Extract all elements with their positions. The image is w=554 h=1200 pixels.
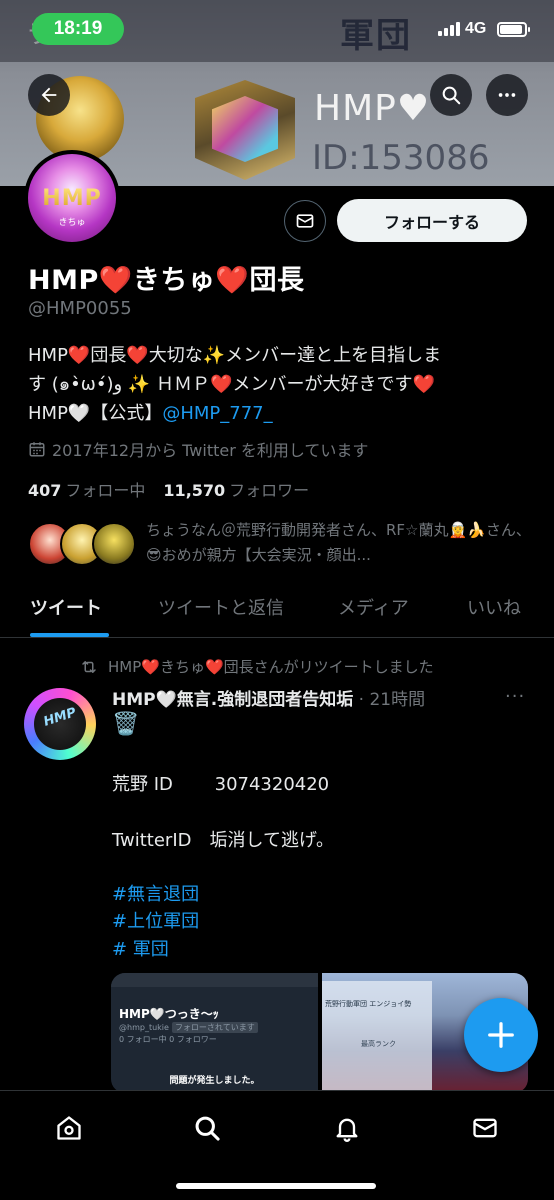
trash-emoji: 🗑️ <box>112 712 140 737</box>
back-button[interactable] <box>28 74 70 116</box>
status-time: 18:19 <box>32 13 124 45</box>
search-icon <box>195 1116 220 1141</box>
following-link[interactable]: 407 フォロー中 <box>28 477 145 501</box>
nav-notifications[interactable] <box>324 1105 370 1151</box>
network-type: 4G <box>465 20 487 37</box>
followed-by-section[interactable]: ちょうなん＠荒野行動開発者さん、RF☆蘭丸🧝🍌さん、😎おめが親方【大会実況・顔出… <box>28 518 531 572</box>
media-error-text: 問題が発生しました。 <box>169 1076 260 1086</box>
nav-home[interactable] <box>46 1105 92 1151</box>
signal-icon <box>438 22 460 36</box>
team-emblem-inner <box>212 96 278 162</box>
plus-icon <box>488 1022 514 1048</box>
profile-bio: HMP❤️団長❤️大切な✨メンバー達と上を目指しま す (๑•̀ω•́)و ✨ … <box>28 341 528 428</box>
banner-team-name: HMP♥ <box>314 88 431 129</box>
media-profile-handle: @hmp_tukie フォローされています <box>119 1022 258 1033</box>
follow-stats: 407 フォロー中 11,570 フォロワー <box>28 477 309 501</box>
user-handle: @HMP0055 <box>28 298 132 319</box>
media-game-text: 荒野行動軍団 エンジョイ勢 <box>325 1000 412 1008</box>
retweet-context[interactable]: HMP❤️きちゅ❤️団長さんがリツイートしました <box>80 656 434 677</box>
tab-tweets-and-replies[interactable]: ツイートと返信 <box>158 594 284 620</box>
hashtag-link[interactable]: #無言退団 <box>112 880 199 906</box>
avatar-image: HMP きちゅ <box>28 154 116 242</box>
active-tab-indicator <box>30 633 109 637</box>
media-game-rank: 最高ランク <box>361 1040 396 1048</box>
tweet-text-line: 荒野 ID 3074320420 <box>112 774 330 795</box>
follow-button[interactable]: フォローする <box>337 199 527 242</box>
status-bar: 18:19 4G <box>0 0 554 56</box>
profile-avatar[interactable]: HMP きちゅ <box>24 150 120 246</box>
search-icon <box>442 86 461 105</box>
tab-tweets[interactable]: ツイート <box>30 594 102 620</box>
tab-likes[interactable]: いいね <box>467 594 521 620</box>
followed-by-text: ちょうなん＠荒野行動開発者さん、RF☆蘭丸🧝🍌さん、😎おめが親方【大会実況・顔出… <box>146 521 531 564</box>
home-indicator[interactable] <box>176 1183 376 1189</box>
tweet-author-name[interactable]: HMP🤍無言.強制退団者告知垢 <box>112 690 353 710</box>
following-count: 407 <box>28 481 62 500</box>
home-icon <box>57 1116 81 1140</box>
messages-mail-icon <box>473 1118 497 1138</box>
search-button[interactable] <box>430 74 472 116</box>
avatar-logo-text: HMP <box>42 185 102 211</box>
media-profile-stats: 0 フォロー中 0 フォロワー <box>119 1035 217 1044</box>
hashtag-link[interactable]: # 軍団 <box>112 935 169 961</box>
tweet-timestamp[interactable]: · 21時間 <box>359 690 425 710</box>
tab-media[interactable]: メディア <box>338 594 409 620</box>
following-label: フォロー中 <box>65 481 146 500</box>
tweet-text-line: TwitterID 垢消して逃げ。 <box>112 830 335 851</box>
media-handle-text: @hmp_tukie <box>119 1023 169 1032</box>
message-button[interactable] <box>284 200 326 242</box>
compose-tweet-button[interactable] <box>464 998 538 1072</box>
retweet-text: HMP❤️きちゅ❤️団長さんがリツイートしました <box>108 658 434 676</box>
bio-line: す (๑•̀ω•́)و ✨ ＨＭＰ❤️メンバーが大好きです❤️ <box>28 374 435 395</box>
more-options-button[interactable] <box>486 74 528 116</box>
back-arrow-icon <box>41 87 57 103</box>
bio-line: HMP❤️団長❤️大切な✨メンバー達と上を目指しま <box>28 345 442 366</box>
followers-count: 11,570 <box>163 481 226 500</box>
media-game-panel <box>322 981 432 1091</box>
notifications-bell-icon <box>336 1118 358 1142</box>
joined-text: 2017年12月から Twitter を利用しています <box>52 441 369 460</box>
tweet-more-icon[interactable]: ··· <box>505 686 525 707</box>
tweet-header: HMP🤍無言.強制退団者告知垢 · 21時間 <box>112 685 425 710</box>
hashtag-link[interactable]: #上位軍団 <box>112 907 199 933</box>
bio-mention-link[interactable]: @HMP_777_ <box>162 403 272 424</box>
avatar-sub-text: きちゅ <box>58 218 86 228</box>
nav-messages[interactable] <box>462 1105 508 1151</box>
bio-line: HMP🤍【公式】@HMP_777_ <box>28 399 528 428</box>
media-image-header <box>111 973 318 987</box>
battery-icon <box>497 22 530 37</box>
followers-link[interactable]: 11,570 フォロワー <box>163 477 309 501</box>
media-profile-name: HMP🤍つっき〜ｯ <box>119 1007 219 1021</box>
more-icon <box>498 93 516 97</box>
mail-icon <box>296 214 314 228</box>
nav-search[interactable] <box>184 1105 230 1151</box>
media-follows-badge: フォローされています <box>171 1022 258 1033</box>
profile-tabs: ツイート ツイートと返信 メディア いいね <box>0 582 554 638</box>
display-name: HMP❤️きちゅ❤️団長 <box>28 265 305 296</box>
calendar-icon <box>29 442 45 457</box>
retweet-icon <box>82 660 96 673</box>
media-image-left[interactable]: HMP🤍つっき〜ｯ @hmp_tukie フォローされています 0 フォロー中 0… <box>111 973 318 1093</box>
follower-avatar <box>92 522 136 566</box>
bio-text: HMP🤍【公式】 <box>28 403 163 424</box>
followers-label: フォロワー <box>229 481 310 500</box>
joined-date: 2017年12月から Twitter を利用しています <box>28 437 368 461</box>
banner-team-id: ID:153086 <box>312 138 490 178</box>
